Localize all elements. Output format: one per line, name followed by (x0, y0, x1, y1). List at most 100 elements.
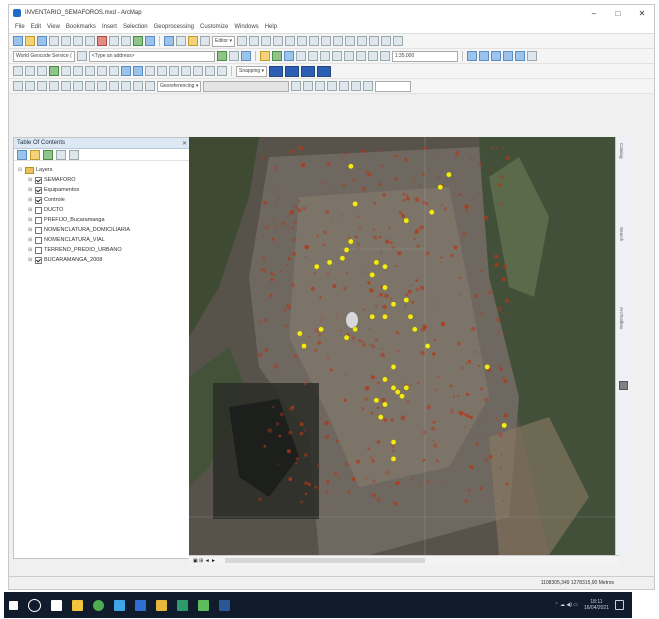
chrome-icon[interactable] (93, 599, 104, 611)
font-color-icon[interactable] (109, 81, 119, 91)
collapse-icon[interactable]: ⊟ (18, 165, 23, 175)
vertex-snapping-icon[interactable] (301, 65, 316, 77)
maximize-button[interactable]: □ (606, 9, 630, 18)
add-control-points-icon[interactable] (315, 81, 326, 91)
reshape-icon[interactable] (320, 36, 331, 46)
arcmap-icon[interactable] (177, 599, 188, 611)
export-icon[interactable] (514, 51, 525, 61)
list-by-source-icon[interactable] (30, 149, 40, 160)
windows-start-icon[interactable] (9, 600, 18, 610)
editor-toolbar-icon[interactable] (164, 36, 174, 46)
align-icon[interactable] (121, 81, 131, 91)
update-georef-icon[interactable] (363, 81, 374, 91)
line-color-icon[interactable] (97, 81, 107, 91)
menu-insert[interactable]: Insert (102, 24, 117, 30)
menu-view[interactable]: View (47, 24, 60, 30)
layer-visibility-checkbox[interactable] (35, 196, 42, 204)
semaforo-point[interactable] (390, 439, 397, 445)
back-icon[interactable] (85, 66, 95, 76)
refresh-icon[interactable] (526, 51, 537, 61)
semaforo-point[interactable] (343, 247, 350, 253)
arcgis-icon[interactable] (114, 599, 125, 611)
menu-bookmarks[interactable]: Bookmarks (66, 24, 96, 30)
layer-item[interactable]: ⊞ Equipamentos (18, 185, 190, 195)
semaforo-point[interactable] (352, 326, 358, 333)
toolbox-icon[interactable] (156, 599, 167, 611)
rotate-icon[interactable] (356, 36, 367, 46)
task-view-icon[interactable] (51, 599, 62, 611)
auto-adjust-icon[interactable] (339, 81, 350, 91)
hyperlink-icon[interactable] (181, 66, 191, 76)
menu-help[interactable]: Help (265, 24, 277, 30)
semaforo-point[interactable] (403, 297, 410, 303)
full-extent-icon[interactable] (49, 66, 59, 76)
undo-icon[interactable] (109, 36, 119, 46)
semaforo-point[interactable] (382, 263, 388, 270)
layer-visibility-checkbox[interactable] (35, 176, 42, 184)
semaforo-point[interactable] (369, 313, 375, 320)
info-icon[interactable] (133, 66, 143, 76)
dissolve-icon[interactable] (379, 51, 390, 61)
expand-icon[interactable]: ⊞ (28, 215, 33, 225)
data-frame-icon[interactable] (478, 51, 489, 61)
semaforo-point[interactable] (373, 397, 380, 404)
expand-icon[interactable]: ⊞ (28, 225, 33, 235)
semaforo-point[interactable] (301, 343, 307, 349)
expand-icon[interactable]: ⊞ (28, 205, 33, 215)
merge-icon[interactable] (367, 51, 378, 61)
split-icon[interactable] (344, 36, 355, 46)
semaforo-point[interactable] (411, 326, 418, 333)
semaforo-point[interactable] (352, 201, 358, 207)
semaforo-point[interactable] (348, 163, 354, 170)
go-to-xy-icon[interactable] (157, 66, 167, 76)
word-icon[interactable] (219, 599, 230, 611)
save-icon[interactable] (37, 36, 47, 46)
menu-windows[interactable]: Windows (234, 24, 258, 30)
intersect-icon[interactable] (343, 51, 354, 61)
semaforo-point[interactable] (390, 384, 397, 391)
group-icon[interactable] (133, 81, 143, 91)
fill-color-icon[interactable] (85, 81, 95, 91)
trace-icon[interactable] (284, 36, 295, 46)
toc-options-icon[interactable] (69, 149, 79, 160)
clip-icon[interactable] (331, 51, 342, 61)
union-icon[interactable] (355, 51, 366, 61)
toolbox-tab[interactable]: ArcToolbox (619, 307, 624, 329)
fixed-zoom-in-icon[interactable] (61, 66, 71, 76)
fixed-zoom-out-icon[interactable] (73, 66, 83, 76)
semaforo-point[interactable] (501, 422, 508, 429)
select-features-icon[interactable] (109, 66, 119, 76)
menu-file[interactable]: File (15, 24, 25, 30)
georeferencing-menu[interactable]: Georeferencing ▾ (157, 80, 202, 92)
point-icon[interactable] (296, 36, 307, 46)
end-snapping-icon[interactable] (285, 65, 300, 77)
clock[interactable]: 18:11 16/04/2021 (584, 599, 609, 611)
expand-icon[interactable]: ⊞ (28, 185, 33, 195)
address-icon[interactable] (76, 51, 87, 61)
layout-icon[interactable] (466, 51, 477, 61)
close-button[interactable]: ✕ (630, 9, 654, 18)
layer-visibility-checkbox[interactable] (35, 226, 42, 234)
semaforo-point[interactable] (373, 259, 380, 266)
layer-icon[interactable] (271, 51, 282, 61)
horizontal-scrollbar[interactable] (224, 558, 425, 563)
menu-edit[interactable]: Edit (31, 24, 41, 30)
map-canvas[interactable] (189, 137, 615, 555)
font-icon[interactable] (37, 81, 47, 91)
end-point-icon[interactable] (272, 36, 283, 46)
globe-icon[interactable] (240, 51, 251, 61)
list-by-selection-icon[interactable] (56, 149, 66, 160)
new-document-icon[interactable] (13, 36, 23, 46)
model-icon[interactable] (295, 51, 306, 61)
menu-geoprocessing[interactable]: Geoprocessing (154, 24, 194, 30)
forward-icon[interactable] (97, 66, 107, 76)
semaforo-point[interactable] (377, 414, 384, 420)
redo-icon[interactable] (121, 36, 131, 46)
zoom-in-icon[interactable] (13, 66, 23, 76)
expand-icon[interactable]: ⊞ (28, 245, 33, 255)
locator-select[interactable]: World Geocode Service ( (13, 50, 75, 62)
semaforo-point[interactable] (382, 284, 388, 291)
zoom-out-icon[interactable] (25, 66, 35, 76)
list-by-drawing-order-icon[interactable] (17, 149, 27, 160)
arccatalog-icon[interactable] (135, 599, 146, 611)
